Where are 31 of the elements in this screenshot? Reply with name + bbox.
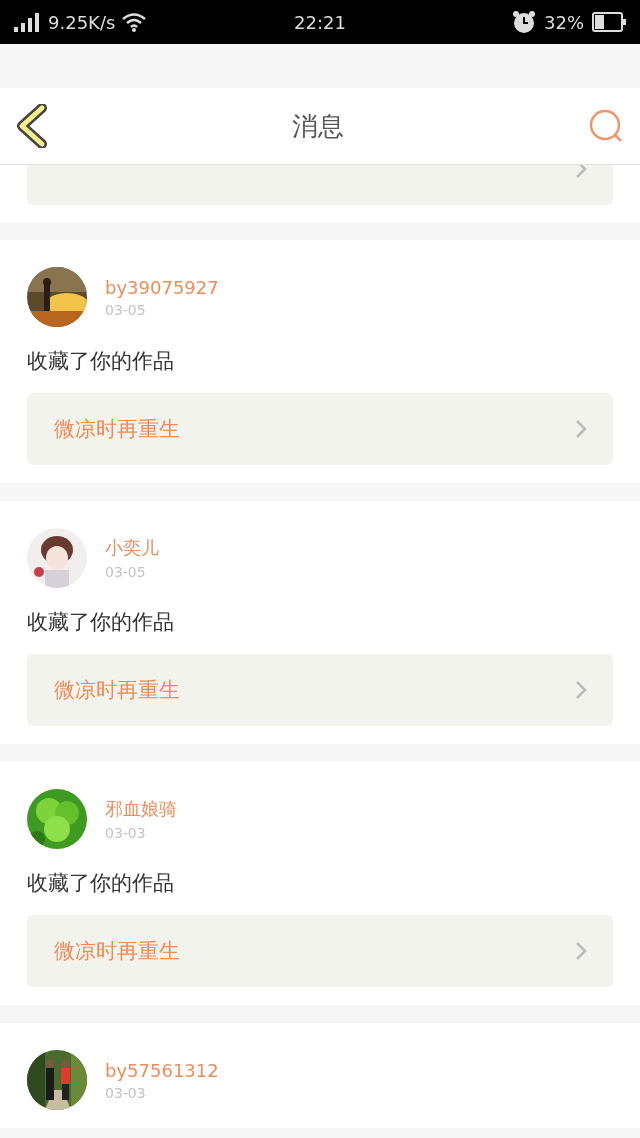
chevron-right-icon bbox=[575, 941, 587, 961]
message-text: 收藏了你的作品 bbox=[27, 609, 175, 636]
message-date: 03-03 bbox=[105, 825, 147, 841]
message-text: 收藏了你的作品 bbox=[27, 348, 175, 375]
page-title: 消息 bbox=[292, 109, 344, 143]
work-title: 微凉时再重生 bbox=[54, 677, 180, 704]
search-icon[interactable] bbox=[588, 108, 624, 144]
wifi-icon bbox=[121, 12, 148, 32]
chevron-right-icon bbox=[575, 165, 587, 179]
message-text: 收藏了你的作品 bbox=[27, 870, 175, 897]
work-link[interactable]: 微凉时再重生 bbox=[27, 393, 613, 465]
work-title: 微凉时再重生 bbox=[54, 416, 180, 443]
username[interactable]: 邪血娘骑 bbox=[105, 797, 177, 821]
network-speed: 9.25K/s bbox=[48, 11, 116, 33]
back-icon[interactable] bbox=[16, 104, 48, 148]
signal-icon bbox=[14, 12, 42, 32]
username[interactable]: by57561312 bbox=[105, 1059, 219, 1081]
chevron-right-icon bbox=[575, 680, 587, 700]
username[interactable]: by39075927 bbox=[105, 276, 219, 298]
battery-percent: 32% bbox=[544, 11, 584, 33]
battery-icon bbox=[592, 12, 626, 32]
clock: 22:21 bbox=[294, 11, 346, 33]
work-link[interactable]: 微凉时再重生 bbox=[27, 654, 613, 726]
work-link[interactable]: 微凉时再重生 bbox=[27, 915, 613, 987]
message-date: 03-05 bbox=[105, 301, 147, 318]
work-title: 微凉时再重生 bbox=[54, 938, 180, 965]
message-date: 03-05 bbox=[105, 564, 147, 580]
chevron-right-icon bbox=[575, 419, 587, 439]
username[interactable]: 小奕儿 bbox=[105, 536, 159, 560]
message-date: 03-03 bbox=[105, 1084, 147, 1101]
alarm-icon bbox=[512, 10, 536, 34]
